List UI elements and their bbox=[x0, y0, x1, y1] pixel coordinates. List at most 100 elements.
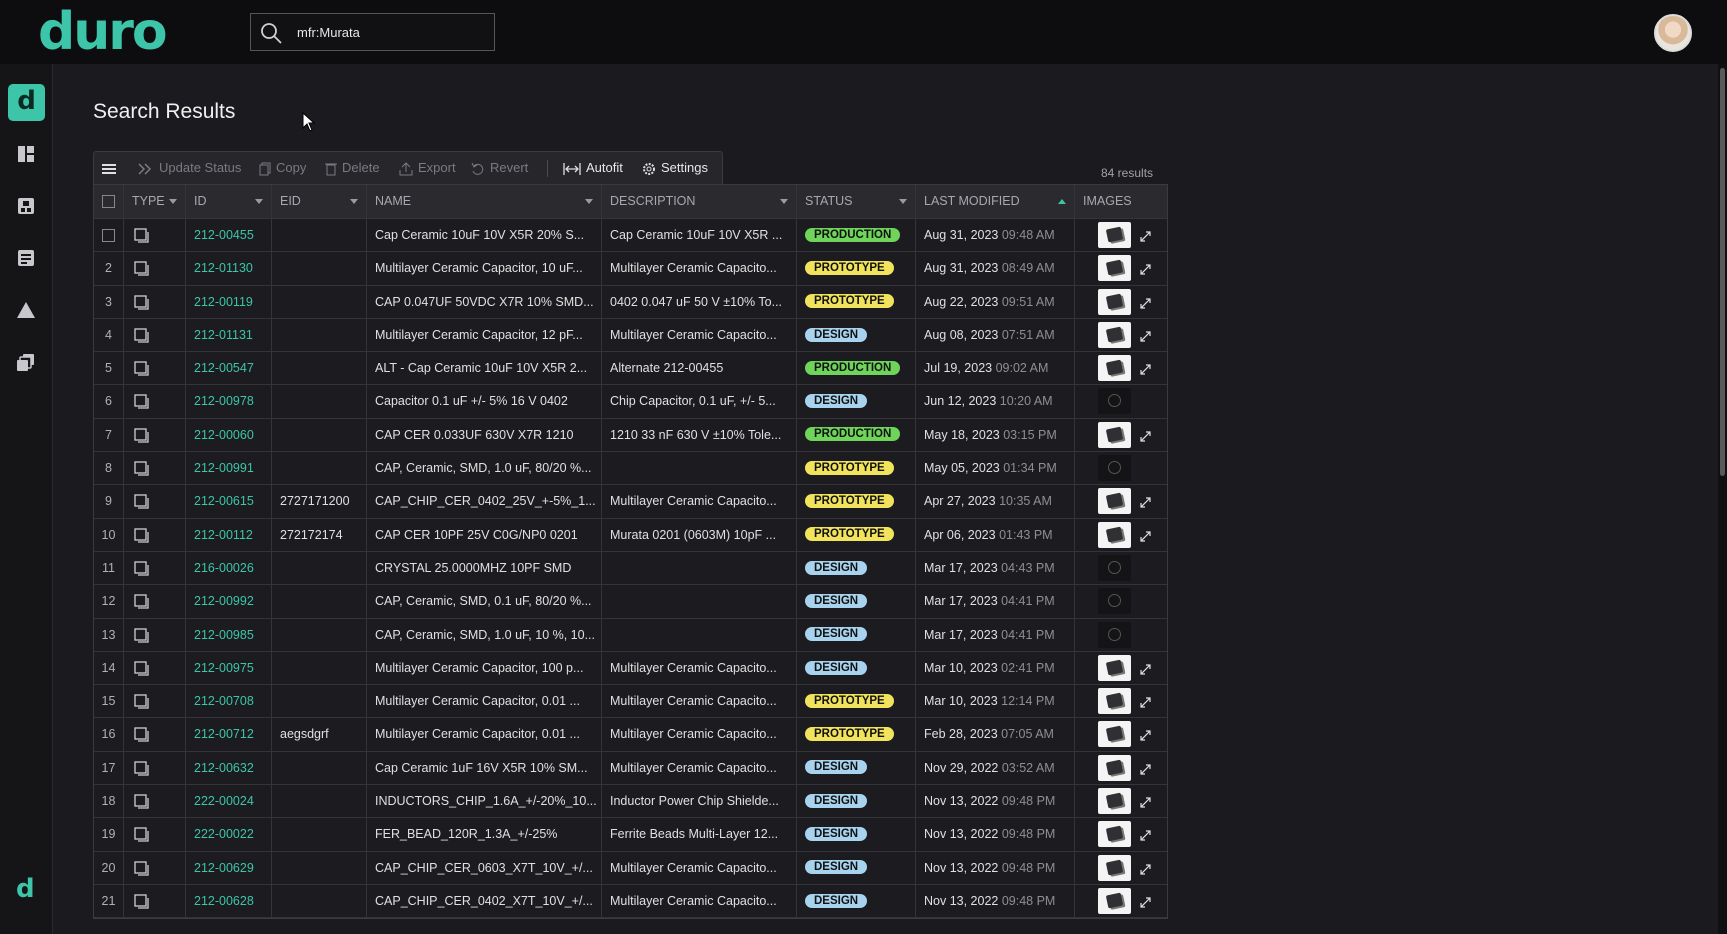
component-thumbnail[interactable] bbox=[1098, 288, 1131, 315]
row-select-cell[interactable]: 13 bbox=[94, 618, 124, 651]
changes-icon[interactable] bbox=[16, 300, 36, 320]
id-cell[interactable]: 216-00026 bbox=[186, 551, 272, 585]
table-row[interactable]: 8 212-00991 CAP, Ceramic, SMD, 1.0 uF, 80/… bbox=[94, 452, 1167, 486]
row-select-cell[interactable]: 7 bbox=[94, 418, 124, 452]
duro-logo[interactable]: duro bbox=[38, 2, 168, 62]
expand-icon[interactable] bbox=[1140, 730, 1151, 742]
component-thumbnail[interactable] bbox=[1098, 854, 1131, 881]
expand-icon[interactable] bbox=[1140, 797, 1151, 808]
row-select-cell[interactable]: 3 bbox=[94, 285, 124, 318]
row-select-cell[interactable]: 21 bbox=[94, 884, 124, 918]
id-cell[interactable]: 212-01131 bbox=[186, 318, 272, 352]
dashboard-icon[interactable] bbox=[16, 144, 36, 164]
search-input[interactable]: mfr:Murata bbox=[297, 25, 360, 40]
row-select-cell[interactable]: 4 bbox=[94, 318, 124, 352]
sidebar-home-logo[interactable]: d bbox=[8, 84, 45, 121]
row-select-cell[interactable]: 19 bbox=[94, 818, 124, 851]
id-cell[interactable]: 212-00119 bbox=[186, 285, 272, 318]
table-row[interactable]: 3 212-00119 CAP 0.047UF 50VDC X7R 10% SMD.… bbox=[94, 285, 1167, 319]
expand-icon[interactable] bbox=[1140, 764, 1151, 775]
id-cell[interactable]: 212-00628 bbox=[186, 884, 272, 918]
sort-arrow-icon[interactable] bbox=[780, 199, 788, 204]
expand-icon[interactable] bbox=[1140, 497, 1151, 508]
row-checkbox[interactable] bbox=[102, 229, 115, 242]
row-select-cell[interactable]: 14 bbox=[94, 651, 124, 685]
row-select-cell[interactable]: 15 bbox=[94, 685, 124, 718]
expand-icon[interactable] bbox=[1140, 864, 1151, 875]
sort-arrow-icon[interactable] bbox=[169, 199, 177, 204]
component-thumbnail[interactable] bbox=[1098, 887, 1131, 914]
component-thumbnail[interactable] bbox=[1098, 521, 1131, 548]
id-cell[interactable]: 212-00978 bbox=[186, 385, 272, 418]
components-icon[interactable] bbox=[16, 196, 36, 216]
component-thumbnail[interactable] bbox=[1098, 255, 1131, 282]
table-row[interactable]: 2 212-01130 Multilayer Ceramic Capacitor, … bbox=[94, 252, 1167, 286]
id-cell[interactable]: 212-00991 bbox=[186, 452, 272, 485]
menu-button[interactable] bbox=[102, 152, 121, 184]
id-cell[interactable]: 212-00992 bbox=[186, 585, 272, 618]
row-select-cell[interactable]: 9 bbox=[94, 485, 124, 518]
revert-button[interactable]: Revert bbox=[471, 152, 528, 184]
id-cell[interactable]: 212-00112 bbox=[186, 518, 272, 551]
table-row[interactable]: 14 212-00975 Multilayer Ceramic Capacitor,… bbox=[94, 651, 1167, 686]
expand-icon[interactable] bbox=[1140, 364, 1151, 375]
autofit-button[interactable]: Autofit bbox=[563, 152, 623, 184]
expand-icon[interactable] bbox=[1140, 331, 1151, 342]
component-thumbnail[interactable] bbox=[1098, 654, 1131, 681]
scrollbar-thumb[interactable] bbox=[1720, 68, 1725, 476]
id-cell[interactable]: 222-00024 bbox=[186, 785, 272, 818]
row-select-cell[interactable]: 5 bbox=[94, 352, 124, 385]
expand-icon[interactable] bbox=[1140, 830, 1151, 841]
table-row[interactable]: 212-00455 Cap Ceramic 10uF 10V X5R 20% S.… bbox=[94, 219, 1167, 253]
col-description[interactable]: DESCRIPTION bbox=[602, 185, 797, 218]
col-id[interactable]: ID bbox=[186, 185, 272, 218]
table-row[interactable]: 7 212-00060 CAP CER 0.033UF 630V X7R 1210 1… bbox=[94, 418, 1167, 453]
col-last-modified[interactable]: LAST MODIFIED bbox=[916, 185, 1075, 218]
id-cell[interactable]: 212-00629 bbox=[186, 851, 272, 884]
expand-icon[interactable] bbox=[1140, 264, 1151, 275]
component-thumbnail[interactable] bbox=[1098, 788, 1131, 815]
sort-arrow-icon[interactable] bbox=[350, 199, 358, 204]
sort-arrow-icon[interactable] bbox=[899, 199, 907, 204]
table-row[interactable]: 18 222-00024 INDUCTORS_CHIP_1.6A_+/-20%_10… bbox=[94, 785, 1167, 819]
select-all-checkbox[interactable] bbox=[102, 195, 115, 208]
table-row[interactable]: 9 212-00615 2727171200 CAP_CHIP_CER_0402_25… bbox=[94, 485, 1167, 519]
table-row[interactable]: 12 212-00992 CAP, Ceramic, SMD, 0.1 uF, 80… bbox=[94, 585, 1167, 619]
table-row[interactable]: 6 212-00978 Capacitor 0.1 uF +/- 5% 16 V 0… bbox=[94, 385, 1167, 419]
id-cell[interactable]: 212-01130 bbox=[186, 252, 272, 285]
search-box[interactable]: mfr:Murata bbox=[250, 13, 495, 51]
expand-icon[interactable] bbox=[1140, 297, 1151, 309]
row-select-cell[interactable]: 18 bbox=[94, 785, 124, 818]
component-thumbnail[interactable] bbox=[1098, 321, 1131, 348]
row-select-cell[interactable]: 16 bbox=[94, 718, 124, 751]
row-select-cell[interactable]: 2 bbox=[94, 252, 124, 285]
delete-button[interactable]: Delete bbox=[325, 152, 380, 184]
col-eid[interactable]: EID bbox=[272, 185, 367, 218]
table-row[interactable]: 20 212-00629 CAP_CHIP_CER_0603_X7T_10V_+/.… bbox=[94, 851, 1167, 885]
user-avatar[interactable] bbox=[1654, 14, 1692, 52]
table-row[interactable]: 11 216-00026 CRYSTAL 25.0000MHZ 10PF SMD DE… bbox=[94, 551, 1167, 586]
expand-icon[interactable] bbox=[1140, 897, 1151, 908]
update-status-button[interactable]: Update Status bbox=[138, 152, 241, 184]
row-select-cell[interactable]: 12 bbox=[94, 585, 124, 618]
row-select-cell[interactable]: 8 bbox=[94, 452, 124, 485]
component-thumbnail[interactable] bbox=[1098, 421, 1131, 448]
row-select-cell[interactable]: 11 bbox=[94, 551, 124, 585]
col-name[interactable]: NAME bbox=[367, 185, 602, 218]
sort-arrow-icon[interactable] bbox=[255, 199, 263, 204]
expand-icon[interactable] bbox=[1140, 664, 1151, 675]
library-icon[interactable] bbox=[16, 352, 36, 372]
id-cell[interactable]: 212-00712 bbox=[186, 718, 272, 751]
table-row[interactable]: 10 212-00112 272172174 CAP CER 10PF 25V C0G… bbox=[94, 518, 1167, 552]
table-row[interactable]: 17 212-00632 Cap Ceramic 1uF 16V X5R 10% S… bbox=[94, 751, 1167, 786]
table-row[interactable]: 4 212-01131 Multilayer Ceramic Capacitor, … bbox=[94, 318, 1167, 353]
component-thumbnail[interactable] bbox=[1098, 754, 1131, 781]
id-cell[interactable]: 212-00060 bbox=[186, 418, 272, 452]
expand-icon[interactable] bbox=[1140, 531, 1151, 542]
col-type[interactable]: TYPE bbox=[124, 185, 186, 218]
expand-icon[interactable] bbox=[1140, 231, 1151, 242]
table-row[interactable]: 5 212-00547 ALT - Cap Ceramic 10uF 10V X5R… bbox=[94, 352, 1167, 386]
sort-arrow-icon[interactable] bbox=[585, 199, 593, 204]
row-select-cell[interactable]: 20 bbox=[94, 851, 124, 884]
row-select-cell[interactable]: 17 bbox=[94, 751, 124, 785]
